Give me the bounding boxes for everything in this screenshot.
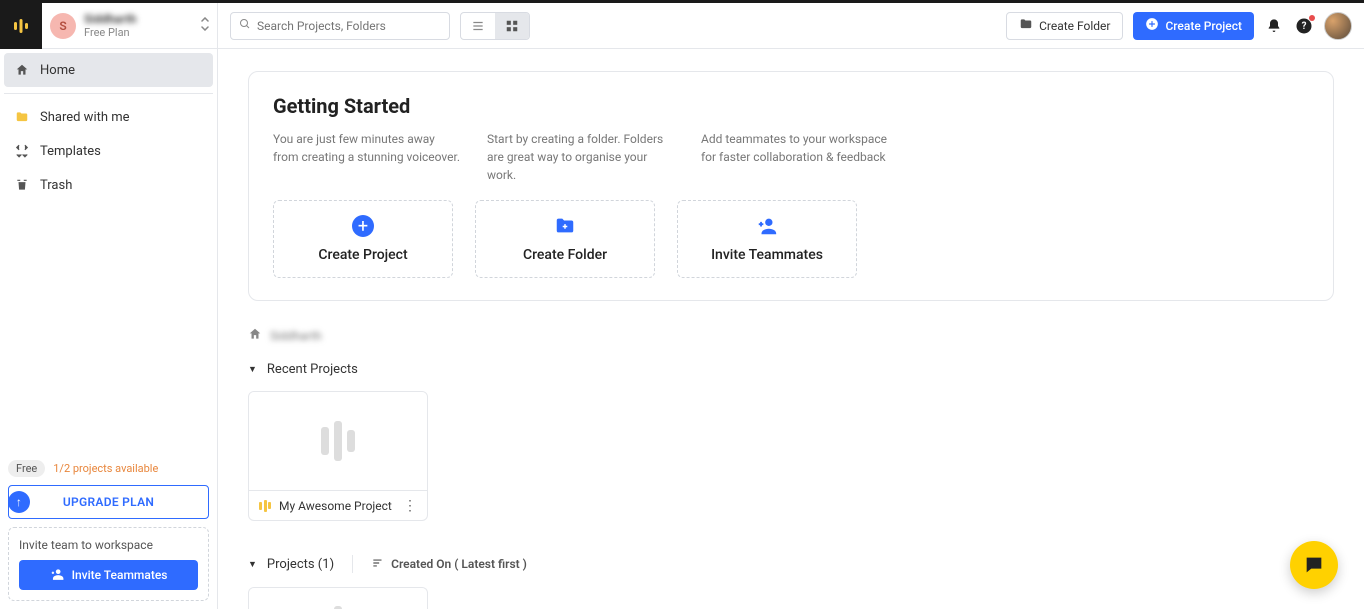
getting-started-title: Getting Started bbox=[273, 94, 1309, 118]
home-icon bbox=[14, 62, 30, 78]
sidebar-item-label: Trash bbox=[40, 178, 72, 193]
view-toggle bbox=[460, 12, 530, 40]
plan-badge: Free bbox=[8, 460, 45, 477]
create-project-label: Create Project bbox=[1165, 19, 1242, 33]
home-icon bbox=[248, 327, 262, 344]
create-folder-label: Create Folder bbox=[1039, 19, 1110, 33]
gs-action-label: Create Project bbox=[318, 247, 407, 263]
workspace-plan: Free Plan bbox=[84, 26, 136, 39]
gs-description-2: Start by creating a folder. Folders are … bbox=[487, 130, 677, 184]
main-content: Getting Started You are just few minutes… bbox=[218, 49, 1364, 609]
upgrade-label: UPGRADE PLAN bbox=[63, 495, 154, 509]
gs-action-label: Invite Teammates bbox=[711, 247, 823, 263]
sidebar-item-label: Shared with me bbox=[40, 110, 130, 125]
workspace-switcher[interactable]: S Siddharth Free Plan bbox=[42, 3, 217, 48]
chevron-down-icon[interactable]: ▼ bbox=[248, 559, 257, 570]
workspace-avatar: S bbox=[50, 13, 76, 39]
project-more-button[interactable]: ⋮ bbox=[403, 498, 417, 514]
folder-add-icon bbox=[554, 215, 576, 237]
section-title: Projects (1) bbox=[267, 557, 334, 572]
search-icon bbox=[239, 18, 251, 33]
plus-circle-icon bbox=[1145, 17, 1159, 34]
sidebar: S Siddharth Free Plan Home Shared with m… bbox=[0, 3, 218, 609]
getting-started-card: Getting Started You are just few minutes… bbox=[248, 71, 1334, 301]
sidebar-item-shared[interactable]: Shared with me bbox=[4, 100, 213, 134]
notification-dot-icon bbox=[1309, 15, 1315, 21]
app-logo[interactable] bbox=[0, 3, 42, 49]
gs-create-project[interactable]: + Create Project bbox=[273, 200, 453, 278]
create-folder-button[interactable]: Create Folder bbox=[1006, 12, 1123, 40]
chevron-up-down-icon bbox=[201, 17, 209, 34]
section-title: Recent Projects bbox=[267, 362, 358, 377]
gs-description-3: Add teammates to your workspace for fast… bbox=[701, 130, 891, 184]
notifications-button[interactable] bbox=[1264, 16, 1284, 36]
recent-projects-header[interactable]: ▼ Recent Projects bbox=[248, 362, 1334, 377]
chat-fab[interactable] bbox=[1290, 541, 1338, 589]
workspace-name: Siddharth bbox=[84, 12, 136, 26]
svg-text:?: ? bbox=[1302, 21, 1307, 32]
gs-action-label: Create Folder bbox=[523, 247, 607, 263]
trash-icon bbox=[14, 177, 30, 193]
invite-button-label: Invite Teammates bbox=[72, 568, 168, 582]
gs-description-1: You are just few minutes away from creat… bbox=[273, 130, 463, 184]
person-add-icon bbox=[50, 567, 64, 584]
upgrade-icon: ↑ bbox=[8, 491, 30, 513]
breadcrumb[interactable]: Siddharth bbox=[248, 327, 1334, 344]
plan-count: 1/2 projects available bbox=[53, 462, 158, 475]
templates-icon bbox=[14, 143, 30, 159]
project-logo-icon bbox=[259, 500, 271, 512]
folder-plus-icon bbox=[1019, 17, 1033, 34]
project-thumbnail bbox=[249, 392, 427, 490]
invite-teammates-button[interactable]: Invite Teammates bbox=[19, 560, 198, 590]
project-thumbnail bbox=[249, 588, 427, 609]
upgrade-plan-button[interactable]: ↑ UPGRADE PLAN bbox=[8, 485, 209, 519]
create-project-button[interactable]: Create Project bbox=[1133, 12, 1254, 40]
chevron-down-icon: ▼ bbox=[248, 364, 257, 375]
gs-invite-teammates[interactable]: Invite Teammates bbox=[677, 200, 857, 278]
plus-icon: + bbox=[352, 215, 374, 237]
sort-dropdown[interactable]: Created On ( Latest first ) bbox=[371, 556, 527, 573]
list-view-button[interactable] bbox=[461, 13, 495, 39]
gs-create-folder[interactable]: Create Folder bbox=[475, 200, 655, 278]
header: Create Folder Create Project ? bbox=[218, 3, 1364, 49]
sort-label: Created On ( Latest first ) bbox=[391, 557, 527, 571]
search-input[interactable] bbox=[230, 12, 450, 40]
person-add-icon bbox=[756, 215, 778, 237]
projects-header: ▼ Projects (1) Created On ( Latest first… bbox=[248, 555, 1334, 573]
folder-shared-icon bbox=[14, 109, 30, 125]
sort-icon bbox=[371, 556, 385, 573]
invite-box-title: Invite team to workspace bbox=[19, 538, 198, 552]
project-name: My Awesome Project bbox=[279, 499, 392, 513]
help-button[interactable]: ? bbox=[1294, 16, 1314, 36]
sidebar-item-label: Templates bbox=[40, 144, 101, 159]
breadcrumb-name: Siddharth bbox=[270, 329, 322, 343]
sidebar-item-label: Home bbox=[40, 63, 75, 78]
sidebar-item-trash[interactable]: Trash bbox=[4, 168, 213, 202]
sidebar-item-home[interactable]: Home bbox=[4, 53, 213, 87]
sidebar-item-templates[interactable]: Templates bbox=[4, 134, 213, 168]
grid-view-button[interactable] bbox=[495, 13, 529, 39]
project-card[interactable] bbox=[248, 587, 428, 609]
user-avatar[interactable] bbox=[1324, 12, 1352, 40]
project-card[interactable]: My Awesome Project ⋮ bbox=[248, 391, 428, 521]
